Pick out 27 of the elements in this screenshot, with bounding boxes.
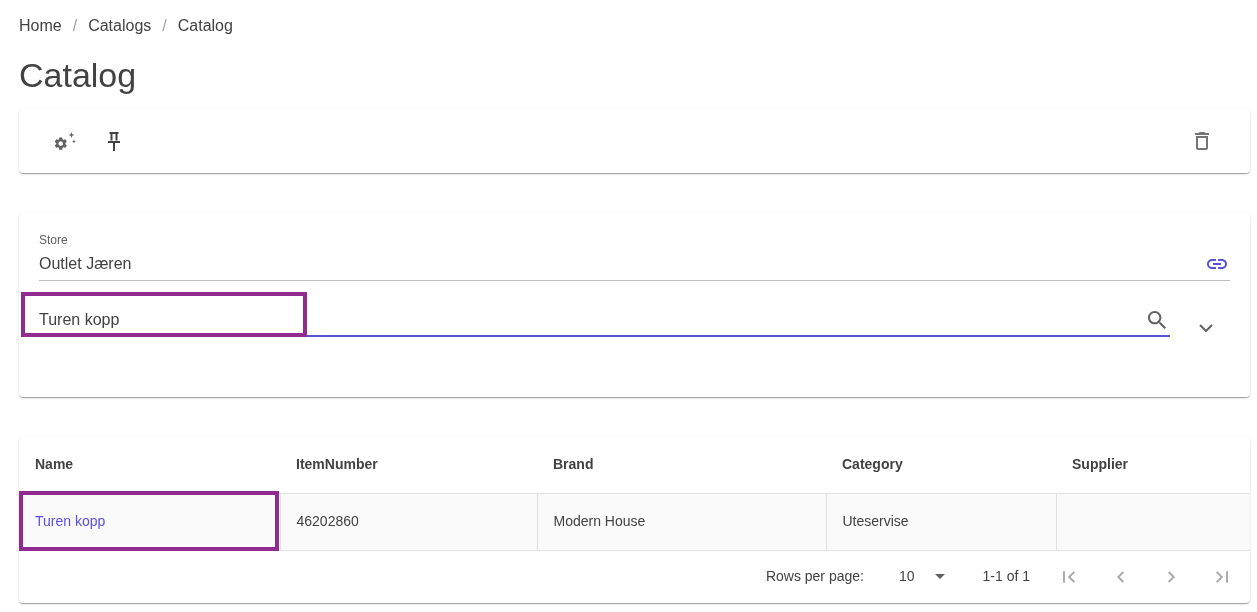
rows-per-page-label: Rows per page:	[765, 567, 864, 586]
page-range-text: 1-1 of 1	[982, 567, 1030, 586]
column-header: Name	[19, 437, 280, 493]
breadcrumb-link[interactable]: Home	[19, 14, 62, 38]
chevron-down-icon[interactable]	[1199, 324, 1213, 332]
table-cell: Uteservise	[826, 493, 1056, 550]
search-icon[interactable]	[1148, 311, 1166, 329]
pin-icon[interactable]	[107, 131, 121, 151]
gear-sparkle-icon[interactable]	[54, 131, 76, 151]
search-field[interactable]: Turen kopp	[39, 308, 1170, 337]
column-header: Brand	[537, 437, 826, 493]
table-cell: 46202860	[280, 493, 537, 550]
page-title: Catalog	[19, 55, 138, 95]
trash-icon[interactable]	[1195, 132, 1209, 150]
breadcrumb-separator: /	[72, 16, 78, 36]
column-header: Supplier	[1056, 437, 1250, 493]
link-icon[interactable]	[1207, 259, 1227, 269]
table-cell: Modern House	[537, 493, 826, 550]
store-field[interactable]: Store Outlet Jæren	[39, 232, 1230, 281]
rows-per-page-select[interactable]: 10	[898, 566, 945, 587]
breadcrumb-link[interactable]: Catalogs	[88, 14, 152, 38]
product-link[interactable]: Turen kopp	[35, 513, 106, 529]
caret-icon	[934, 574, 945, 579]
column-header: Category	[826, 437, 1056, 493]
column-header: ItemNumber	[280, 437, 537, 493]
breadcrumb-separator: /	[162, 16, 167, 36]
breadcrumb-current: Catalog	[177, 16, 233, 36]
